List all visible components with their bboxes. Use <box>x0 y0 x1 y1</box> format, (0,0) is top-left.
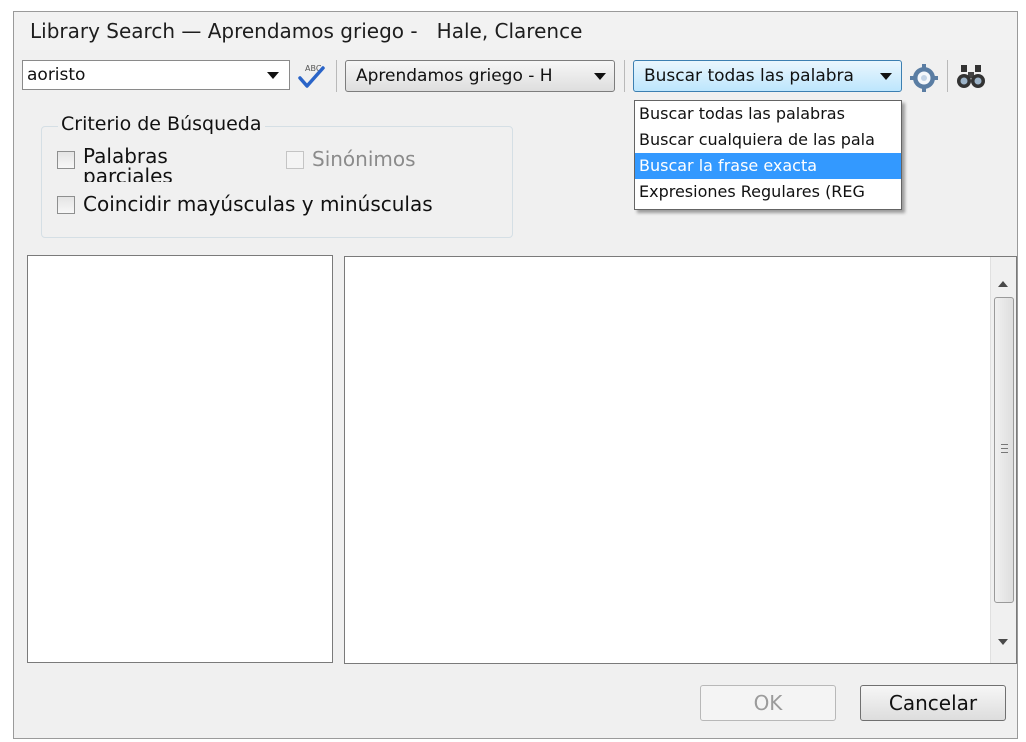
scroll-up-arrow-icon[interactable] <box>998 281 1008 287</box>
partial-words-label: Palabras parciales <box>83 146 173 182</box>
search-criteria-group: Criterio de Búsqueda <box>41 113 513 238</box>
resource-select-chevron-down-icon[interactable] <box>594 73 606 80</box>
toolbar-separator <box>336 60 337 92</box>
vertical-scrollbar[interactable] <box>990 257 1016 663</box>
thumb-grip-line <box>1001 452 1008 453</box>
resource-select-label: Aprendamos griego - H <box>356 66 553 86</box>
search-mode-select[interactable]: Buscar todas las palabra <box>633 60 902 92</box>
toolbar-separator <box>624 60 625 92</box>
search-mode-option[interactable]: Buscar todas las palabras <box>635 101 901 127</box>
binoculars-icon[interactable] <box>956 64 986 90</box>
search-mode-option[interactable]: Buscar cualquiera de las pala <box>635 127 901 153</box>
library-search-dialog: Library Search — Aprendamos griego - Hal… <box>13 11 1018 739</box>
toolbar-separator <box>947 60 948 92</box>
search-mode-chevron-down-icon[interactable] <box>880 73 892 80</box>
toolbar: ABC Aprendamos griego - H Buscar todas l… <box>14 52 1017 100</box>
thumb-grip-line <box>1001 444 1008 445</box>
results-list-pane[interactable] <box>27 255 333 663</box>
search-history-chevron-down-icon[interactable] <box>267 72 279 79</box>
scrollbar-thumb[interactable] <box>994 297 1014 603</box>
match-case-checkbox[interactable] <box>57 196 75 214</box>
search-mode-option-highlighted[interactable]: Buscar la frase exacta <box>635 153 901 179</box>
search-mode-option[interactable]: Expresiones Regulares (REG <box>635 179 901 205</box>
gear-icon[interactable] <box>910 64 938 92</box>
synonyms-label: Sinónimos <box>312 147 416 171</box>
ok-button[interactable]: OK <box>700 685 836 721</box>
thumb-grip-line <box>1001 448 1008 449</box>
cancel-button[interactable]: Cancelar <box>860 685 1006 721</box>
synonyms-checkbox[interactable] <box>286 151 304 169</box>
search-criteria-title: Criterio de Búsqueda <box>58 113 265 135</box>
scroll-down-arrow-icon[interactable] <box>998 639 1008 645</box>
window-title: Library Search — Aprendamos griego - Hal… <box>14 12 1017 50</box>
search-mode-dropdown-list: Buscar todas las palabras Buscar cualqui… <box>634 100 902 210</box>
spellcheck-abc-icon[interactable]: ABC <box>296 62 326 90</box>
match-case-label: Coincidir mayúsculas y minúsculas <box>83 192 433 216</box>
search-input[interactable] <box>27 63 257 87</box>
resource-select[interactable]: Aprendamos griego - H <box>345 60 615 92</box>
partial-words-checkbox[interactable] <box>57 151 75 169</box>
search-combobox[interactable] <box>22 60 290 90</box>
results-preview-pane[interactable] <box>344 256 1017 664</box>
search-mode-select-label: Buscar todas las palabra <box>644 66 854 86</box>
